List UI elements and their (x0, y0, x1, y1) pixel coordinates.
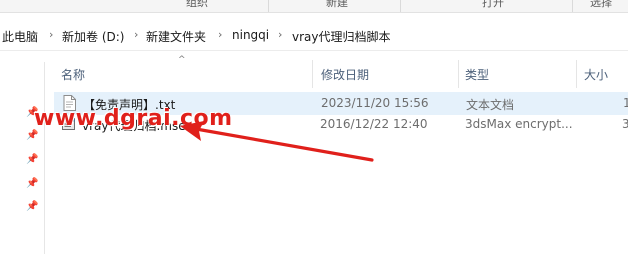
file-type: 3dsMax encrypt... (465, 117, 573, 131)
chevron-right-icon[interactable]: › (134, 28, 138, 41)
file-size: 1 (623, 96, 628, 110)
sort-ascending-icon: ^ (178, 55, 186, 65)
column-header-date[interactable]: 修改日期 (321, 66, 369, 83)
column-separator[interactable] (312, 60, 313, 88)
chevron-right-icon[interactable]: › (218, 28, 222, 41)
ribbon-separator (572, 0, 573, 12)
chevron-right-icon[interactable]: › (49, 28, 53, 41)
pin-icon: 📌 (26, 201, 39, 212)
column-separator[interactable] (576, 60, 577, 88)
column-header-name[interactable]: 名称 (61, 66, 85, 83)
chevron-right-icon[interactable]: › (278, 28, 282, 41)
breadcrumb: 此电脑 › 新加卷 (D:) › 新建文件夹 › ningqi › vray代理… (0, 22, 628, 48)
breadcrumb-item-drive-d[interactable]: 新加卷 (D:) (62, 28, 124, 45)
nav-pane-divider (44, 62, 45, 254)
breadcrumb-item-new-folder[interactable]: 新建文件夹 (146, 28, 206, 45)
ribbon-separator (268, 0, 269, 12)
breadcrumb-item-vray-folder[interactable]: vray代理归档脚本 (292, 28, 391, 45)
ribbon-separator (400, 0, 401, 12)
column-header-type[interactable]: 类型 (465, 66, 489, 83)
pin-icon: 📌 (26, 130, 39, 141)
file-type: 文本文档 (466, 98, 515, 112)
ribbon-group-open: 打开 (482, 0, 504, 9)
file-modified-date: 2023/11/20 15:56 (321, 96, 429, 110)
ribbon-group-organize: 组织 (186, 0, 208, 9)
file-modified-date: 2016/12/22 12:40 (320, 117, 428, 131)
column-separator[interactable] (458, 60, 459, 88)
column-header-size[interactable]: 大小 (584, 66, 608, 83)
watermark-text: www.dgrai.com (34, 106, 233, 131)
pin-icon: 📌 (26, 154, 39, 165)
file-size: 3 (622, 117, 628, 131)
ribbon-group-new: 新建 (326, 0, 348, 9)
pin-icon: 📌 (26, 178, 39, 189)
breadcrumb-item-this-pc[interactable]: 此电脑 (2, 28, 38, 45)
breadcrumb-item-ningqi[interactable]: ningqi (232, 28, 269, 42)
address-bar-divider (0, 50, 628, 51)
ribbon-group-labels: 组织 新建 打开 选择 (0, 0, 628, 13)
ribbon-group-select: 选择 (590, 0, 612, 9)
